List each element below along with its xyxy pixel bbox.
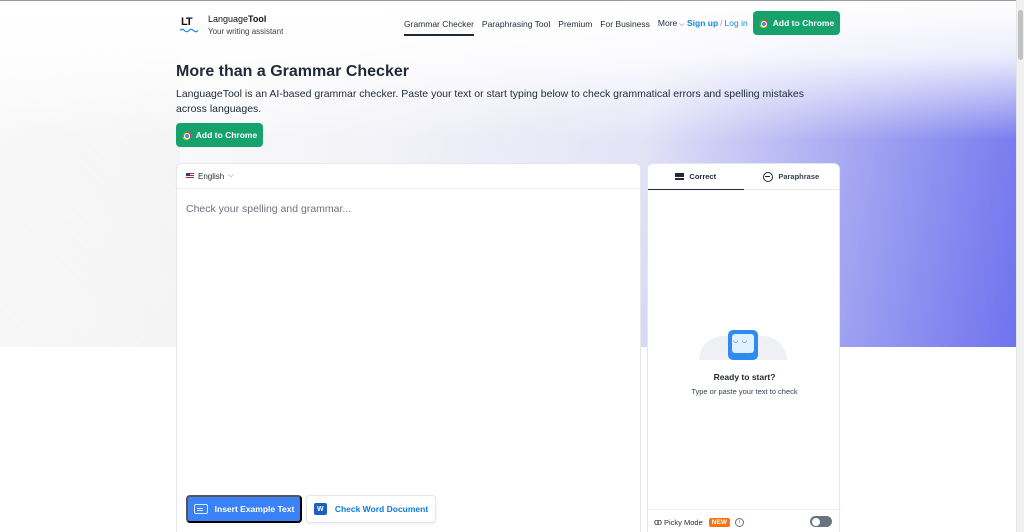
page-scrollbar[interactable]: [1016, 0, 1024, 532]
main-nav: Grammar Checker Paraphrasing Tool Premiu…: [404, 18, 693, 36]
text-input-area[interactable]: Check your spelling and grammar...: [186, 203, 351, 215]
language-selector[interactable]: English ⌵: [177, 164, 640, 189]
site-header: LT LanguageTool Your writing assistant G…: [0, 0, 1016, 46]
auth-links: Sign up / Log in: [687, 18, 748, 28]
ready-title: Ready to start?: [713, 372, 776, 382]
header-add-to-chrome-button[interactable]: Add to Chrome: [753, 11, 840, 35]
languagetool-logo-icon: LT: [180, 16, 198, 34]
wave-icon: [180, 28, 198, 33]
paraphrase-icon: [763, 171, 774, 182]
brand-logo[interactable]: LT LanguageTool Your writing assistant: [180, 14, 283, 36]
page-title: More than a Grammar Checker: [176, 63, 409, 80]
us-flag-icon: [186, 173, 194, 179]
chevron-down-icon: ⌵: [679, 21, 685, 28]
nav-premium[interactable]: Premium: [558, 19, 592, 36]
nav-for-business[interactable]: For Business: [600, 19, 650, 36]
hero-description: LanguageTool is an AI-based grammar chec…: [176, 88, 804, 115]
window-top-border: [0, 0, 1016, 1]
brand-text: LanguageTool Your writing assistant: [208, 14, 283, 36]
signup-link[interactable]: Sign up: [687, 18, 718, 28]
new-badge: NEW: [708, 517, 730, 527]
results-sidebar: Correct Paraphrase ◡ ◡ Ready to start? T…: [647, 163, 841, 532]
picky-mode-label: Picky Mode: [664, 517, 703, 527]
correct-icon: [675, 173, 685, 180]
nav-more[interactable]: More ⌵: [658, 18, 685, 36]
nav-paraphrasing-tool[interactable]: Paraphrasing Tool: [482, 19, 550, 36]
ready-illustration: ◡ ◡: [699, 330, 787, 360]
ready-subtitle: Type or paste your text to check: [691, 387, 798, 396]
tab-paraphrase[interactable]: Paraphrase: [743, 164, 839, 190]
check-word-document-button[interactable]: W Check Word Document: [306, 495, 436, 523]
brand-tagline: Your writing assistant: [208, 27, 284, 36]
chevron-down-icon: ⌵: [228, 172, 234, 179]
insert-example-text-button[interactable]: Insert Example Text: [186, 495, 302, 523]
toggle-knob: [811, 517, 820, 526]
text-editor-panel: English ⌵ Check your spelling and gramma…: [176, 163, 641, 532]
chrome-icon: [181, 130, 191, 140]
robot-mascot-icon: ◡ ◡: [728, 330, 758, 360]
chrome-icon: [758, 18, 768, 28]
text-document-icon: [193, 504, 208, 514]
glasses-icon: oo: [654, 517, 662, 527]
picky-mode-row: oo Picky Mode NEW i: [654, 517, 744, 527]
scrollbar-thumb[interactable]: [1018, 10, 1023, 60]
brand-name: LanguageTool: [208, 14, 267, 24]
check-word-label: Check Word Document: [334, 504, 429, 514]
picky-mode-toggle[interactable]: [810, 516, 832, 527]
auth-separator: /: [720, 18, 723, 28]
hero-add-to-chrome-label: Add to Chrome: [195, 130, 258, 140]
info-icon[interactable]: i: [734, 517, 744, 527]
nav-grammar-checker[interactable]: Grammar Checker: [404, 19, 474, 36]
header-add-to-chrome-label: Add to Chrome: [772, 18, 835, 28]
sidebar-divider: [648, 509, 841, 510]
word-document-icon: W: [313, 503, 327, 515]
login-link[interactable]: Log in: [725, 18, 748, 28]
language-label: English: [198, 171, 225, 181]
tab-correct[interactable]: Correct: [648, 164, 744, 190]
robot-eyes-icon: ◡ ◡: [733, 338, 749, 344]
tab-paraphrase-label: Paraphrase: [778, 172, 820, 181]
insert-example-label: Insert Example Text: [214, 504, 295, 514]
tab-correct-label: Correct: [689, 172, 717, 181]
sidebar-tabs: Correct Paraphrase: [648, 164, 839, 190]
hero-add-to-chrome-button[interactable]: Add to Chrome: [176, 123, 263, 147]
nav-more-label: More: [657, 18, 678, 28]
